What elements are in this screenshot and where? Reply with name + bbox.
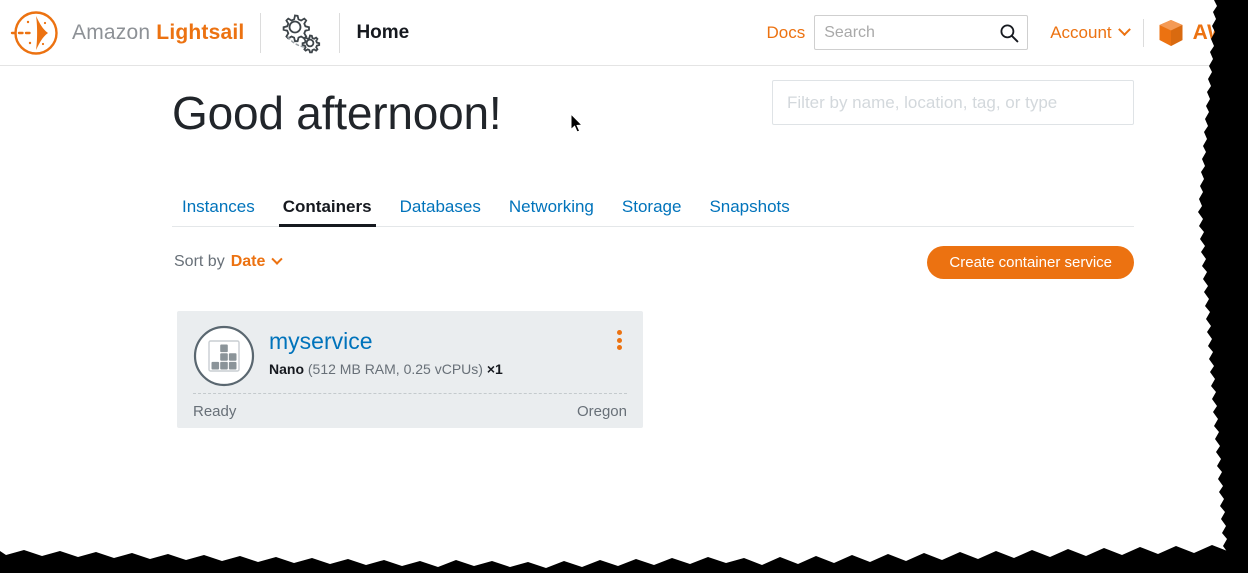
tab-instances[interactable]: Instances <box>172 197 269 226</box>
aws-console-link[interactable]: AWS <box>1158 19 1242 47</box>
card-header: myservice Nano (512 MB RAM, 0.25 vCPUs) … <box>193 325 627 387</box>
header-divider-2 <box>339 12 341 53</box>
chevron-down-icon <box>1117 23 1131 37</box>
container-service-spec: Nano (512 MB RAM, 0.25 vCPUs) ×1 <box>269 361 503 377</box>
container-service-card[interactable]: myservice Nano (512 MB RAM, 0.25 vCPUs) … <box>177 311 643 428</box>
aws-cube-icon <box>1158 19 1184 47</box>
status-badge: Ready <box>193 403 237 420</box>
chevron-down-icon <box>271 253 284 265</box>
card-info: myservice Nano (512 MB RAM, 0.25 vCPUs) … <box>269 325 503 377</box>
sort-and-actions-row: Sort by Date Create container service <box>172 245 1134 279</box>
container-service-icon <box>193 325 255 387</box>
lightsail-home-page: Amazon Lightsail Home Docs Search Accoun… <box>0 0 1248 573</box>
greeting-heading: Good afternoon! <box>172 87 502 139</box>
header-divider-3 <box>1142 18 1144 47</box>
sort-by-value: Date <box>230 253 266 270</box>
torn-edge-right <box>1198 0 1248 573</box>
container-service-resources: (512 MB RAM, 0.25 vCPUs) <box>307 361 483 378</box>
tab-snapshots[interactable]: Snapshots <box>695 197 803 226</box>
gears-icon[interactable] <box>277 10 323 56</box>
search-input[interactable] <box>815 16 1028 49</box>
header-divider-1 <box>260 12 262 53</box>
header-right-group: Docs Account <box>766 15 1248 50</box>
region-label: Oregon <box>576 403 627 420</box>
card-footer: Ready Oregon <box>193 403 627 420</box>
container-service-power: Nano <box>269 361 304 378</box>
container-service-name-link[interactable]: myservice <box>269 328 373 354</box>
page-title: Home <box>356 21 410 43</box>
tab-networking[interactable]: Networking <box>495 197 608 226</box>
brand-lightsail-text: Lightsail <box>156 20 245 44</box>
kebab-menu-icon[interactable] <box>611 329 627 351</box>
aws-label: AWS <box>1192 20 1242 44</box>
kebab-dot <box>616 345 622 350</box>
sort-by-control[interactable]: Sort by Date <box>172 253 284 271</box>
container-service-scale: ×1 <box>486 361 503 378</box>
kebab-dot <box>616 337 622 343</box>
resource-tabs: Instances Containers Databases Networkin… <box>172 190 1134 227</box>
torn-edge-bottom <box>0 533 1248 573</box>
account-label: Account <box>1050 22 1112 42</box>
tab-storage[interactable]: Storage <box>608 197 696 226</box>
kebab-dot <box>616 330 622 335</box>
sort-by-label: Sort by <box>174 253 225 270</box>
brand-home-link[interactable]: Amazon Lightsail <box>0 7 244 59</box>
account-menu[interactable]: Account <box>1050 22 1131 43</box>
lightsail-logo-icon <box>10 7 62 59</box>
search-box[interactable] <box>814 15 1029 50</box>
tab-databases[interactable]: Databases <box>386 197 495 226</box>
docs-link[interactable]: Docs <box>766 23 805 43</box>
card-divider <box>193 393 627 394</box>
create-container-service-button[interactable]: Create container service <box>927 245 1134 279</box>
brand-title: Amazon Lightsail <box>72 21 244 45</box>
brand-amazon-text: Amazon <box>72 20 151 44</box>
search-icon[interactable] <box>999 23 1019 43</box>
page-header-row: Good afternoon! <box>172 80 1134 136</box>
top-navigation-bar: Amazon Lightsail Home Docs Search Accoun… <box>0 0 1248 66</box>
filter-input[interactable] <box>772 80 1134 125</box>
tab-containers[interactable]: Containers <box>269 197 386 227</box>
